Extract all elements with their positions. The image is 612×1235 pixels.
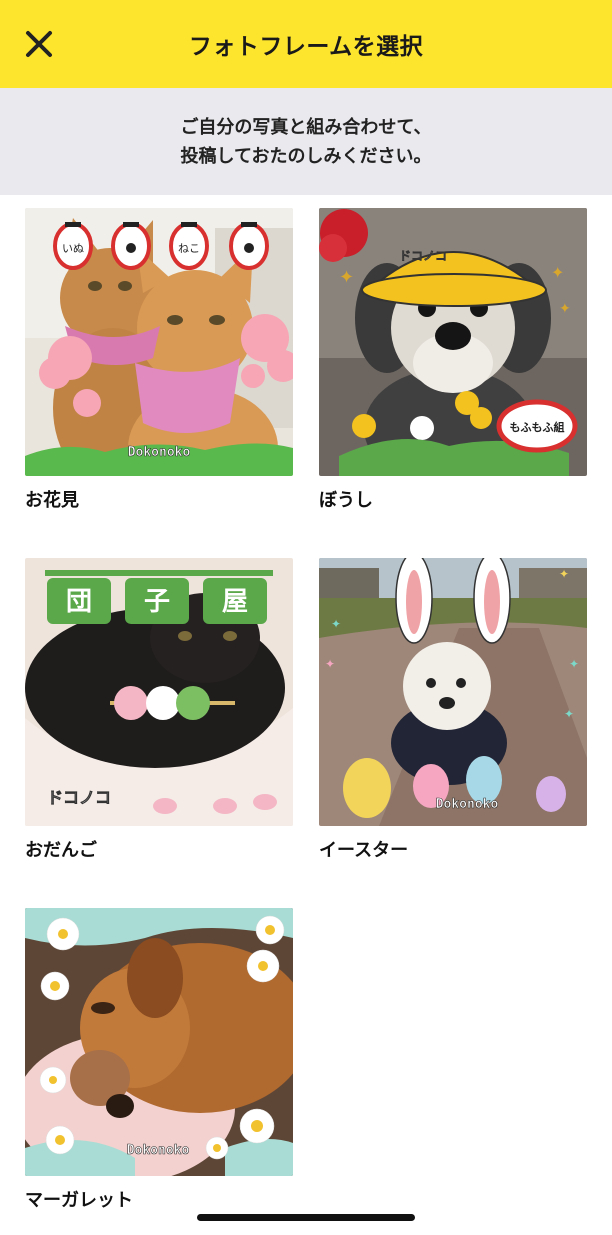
frame-tile-boushi[interactable]: ドコノコ ✦ ✦ ✦ もふもふ組 ぼうし [319, 208, 587, 512]
frame-label: お花見 [25, 490, 79, 511]
badge-text: もふもふ組 [510, 420, 565, 434]
svg-text:✦: ✦ [339, 267, 354, 288]
banner-char: 子 [144, 587, 170, 617]
svg-text:✦: ✦ [569, 657, 579, 671]
svg-text:✦: ✦ [325, 657, 335, 671]
stamp-text: ドコノコ [399, 249, 447, 263]
frame-thumbnail: ✦ ✦ ✦ ✦ ✦ Dokonoko [319, 558, 587, 826]
frame-label: ぼうし [319, 490, 373, 511]
svg-text:✦: ✦ [564, 707, 574, 721]
frame-thumbnail: 団 子 屋 ドコノコ [25, 558, 293, 826]
frame-label: おだんご [25, 840, 97, 861]
banner-char: 屋 [222, 587, 248, 617]
dokonoko-stamp: Dokonoko [127, 1143, 190, 1158]
dokonoko-stamp: Dokonoko [436, 797, 499, 812]
frame-thumbnail: ドコノコ ✦ ✦ ✦ もふもふ組 [319, 208, 587, 476]
svg-text:✦: ✦ [559, 301, 571, 317]
dokonoko-stamp: Dokonoko [128, 445, 191, 460]
frame-tile-odango[interactable]: 団 子 屋 ドコノコ おだんご [25, 558, 293, 862]
instruction-line-2: 投稿しておたのしみください。 [180, 145, 432, 167]
svg-text:✦: ✦ [551, 263, 564, 282]
svg-text:✦: ✦ [331, 617, 341, 631]
banner-char: 団 [66, 587, 92, 617]
lantern-text: いぬ [62, 242, 84, 255]
frame-thumbnail: いぬ ねこ Dokonoko [25, 208, 293, 476]
header-bar: フォトフレームを選択 [0, 0, 612, 88]
frame-label: マーガレット [25, 1190, 133, 1211]
instruction-line-1: ご自分の写真と組み合わせて、 [180, 116, 432, 138]
instruction-banner: ご自分の写真と組み合わせて、 投稿しておたのしみください。 [0, 88, 612, 195]
close-icon [26, 31, 52, 57]
lantern-text: ねこ [178, 242, 200, 255]
stamp-text: ドコノコ [47, 788, 111, 807]
home-indicator[interactable] [197, 1214, 415, 1221]
frame-tile-ohanami[interactable]: いぬ ねこ Dokonoko お花見 [25, 208, 293, 512]
frame-tile-easter[interactable]: ✦ ✦ ✦ ✦ ✦ Dokonoko イースター [319, 558, 587, 862]
frame-label: イースター [319, 840, 409, 861]
svg-text:✦: ✦ [559, 567, 569, 581]
close-button[interactable] [24, 29, 54, 59]
page-title: フォトフレームを選択 [188, 34, 424, 60]
frame-thumbnail: Dokonoko [25, 908, 293, 1176]
frame-tile-margaret[interactable]: Dokonoko マーガレット [25, 908, 293, 1212]
